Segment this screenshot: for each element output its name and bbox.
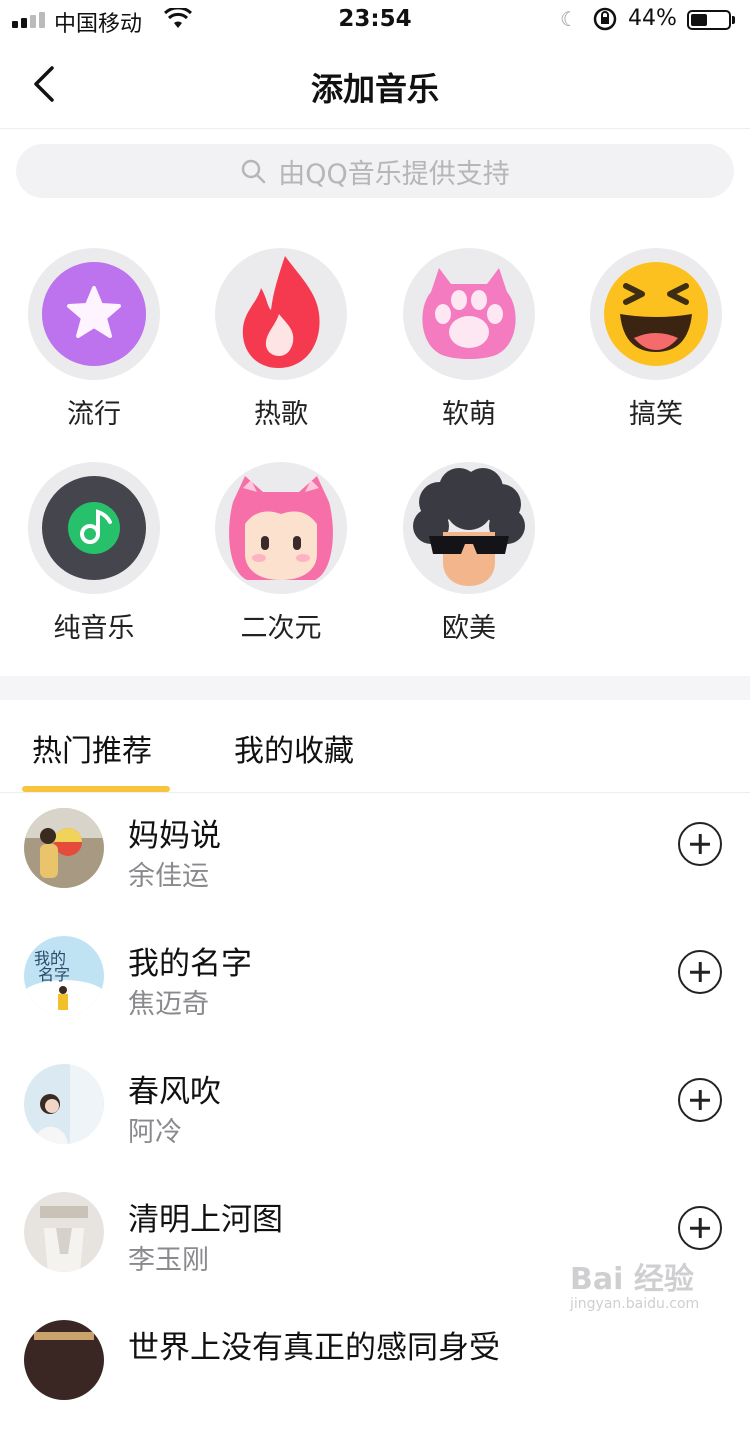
tab-my-favorites[interactable]: 我的收藏 bbox=[234, 726, 354, 770]
tab-bar: 热门推荐 我的收藏 bbox=[0, 700, 750, 793]
search-placeholder: 由QQ音乐提供支持 bbox=[278, 158, 510, 190]
album-cover bbox=[24, 808, 104, 888]
svg-text:名字: 名字 bbox=[38, 965, 70, 984]
song-title: 我的名字 bbox=[128, 946, 252, 982]
add-song-button[interactable] bbox=[678, 822, 722, 866]
album-cover bbox=[24, 1192, 104, 1272]
watermark-main: Bai 经验 bbox=[570, 1262, 694, 1297]
category-western[interactable]: 欧美 bbox=[384, 462, 554, 645]
search-icon bbox=[241, 159, 266, 184]
song-title: 春风吹 bbox=[128, 1074, 221, 1110]
category-label: 纯音乐 bbox=[53, 613, 135, 644]
battery-percent: 44% bbox=[628, 6, 677, 31]
watermark-sub: jingyan.baidu.com bbox=[570, 1296, 700, 1312]
song-title: 清明上河图 bbox=[128, 1202, 283, 1238]
category-funny[interactable]: 搞笑 bbox=[571, 248, 741, 431]
status-bar: 中国移动 23:54 ☾ 44% bbox=[0, 0, 750, 42]
category-label: 热歌 bbox=[254, 399, 308, 430]
category-cute[interactable]: 软萌 bbox=[384, 248, 554, 431]
star-icon bbox=[28, 248, 160, 380]
category-label: 流行 bbox=[67, 399, 121, 430]
album-cover bbox=[24, 1320, 104, 1400]
song-artist: 阿冷 bbox=[128, 1117, 182, 1148]
anime-girl-icon bbox=[215, 462, 347, 594]
song-artist: 焦迈奇 bbox=[128, 989, 209, 1020]
battery-icon bbox=[687, 10, 731, 30]
album-cover: 我的 名字 bbox=[24, 936, 104, 1016]
page-title: 添加音乐 bbox=[310, 70, 439, 108]
paw-icon bbox=[403, 248, 535, 380]
category-label: 搞笑 bbox=[629, 399, 683, 430]
section-divider bbox=[0, 676, 750, 700]
search-input[interactable]: 由QQ音乐提供支持 bbox=[16, 144, 734, 198]
add-song-button[interactable] bbox=[678, 950, 722, 994]
category-anime[interactable]: 二次元 bbox=[196, 462, 366, 645]
song-title: 妈妈说 bbox=[128, 818, 221, 854]
category-label: 欧美 bbox=[442, 613, 496, 644]
flame-icon bbox=[215, 248, 347, 380]
music-note-icon bbox=[28, 462, 160, 594]
add-song-button[interactable] bbox=[678, 1206, 722, 1250]
category-hot[interactable]: 热歌 bbox=[196, 248, 366, 431]
category-label: 二次元 bbox=[240, 613, 322, 644]
song-item[interactable]: 春风吹 阿冷 bbox=[0, 1048, 750, 1176]
category-label: 软萌 bbox=[442, 399, 496, 430]
song-title: 世界上没有真正的感同身受 bbox=[128, 1330, 500, 1366]
tab-hot-recommend[interactable]: 热门推荐 bbox=[32, 726, 152, 770]
song-item[interactable]: 我的 名字 我的名字 焦迈奇 bbox=[0, 920, 750, 1048]
song-artist: 李玉刚 bbox=[128, 1245, 209, 1276]
song-item[interactable]: 世界上没有真正的感同身受 bbox=[0, 1304, 750, 1432]
add-song-button[interactable] bbox=[678, 1078, 722, 1122]
song-item[interactable]: 妈妈说 余佳运 bbox=[0, 792, 750, 920]
rotation-lock-icon bbox=[593, 7, 617, 31]
song-artist: 余佳运 bbox=[128, 861, 209, 892]
watermark: Bai 经验 jingyan.baidu.com bbox=[570, 1254, 699, 1312]
nav-bar: 添加音乐 bbox=[0, 42, 750, 129]
afro-sunglasses-icon bbox=[403, 462, 535, 594]
laughing-face-icon bbox=[590, 248, 722, 380]
album-cover bbox=[24, 1064, 104, 1144]
moon-icon: ☾ bbox=[560, 7, 578, 31]
category-pop[interactable]: 流行 bbox=[9, 248, 179, 431]
category-instrumental[interactable]: 纯音乐 bbox=[9, 462, 179, 645]
